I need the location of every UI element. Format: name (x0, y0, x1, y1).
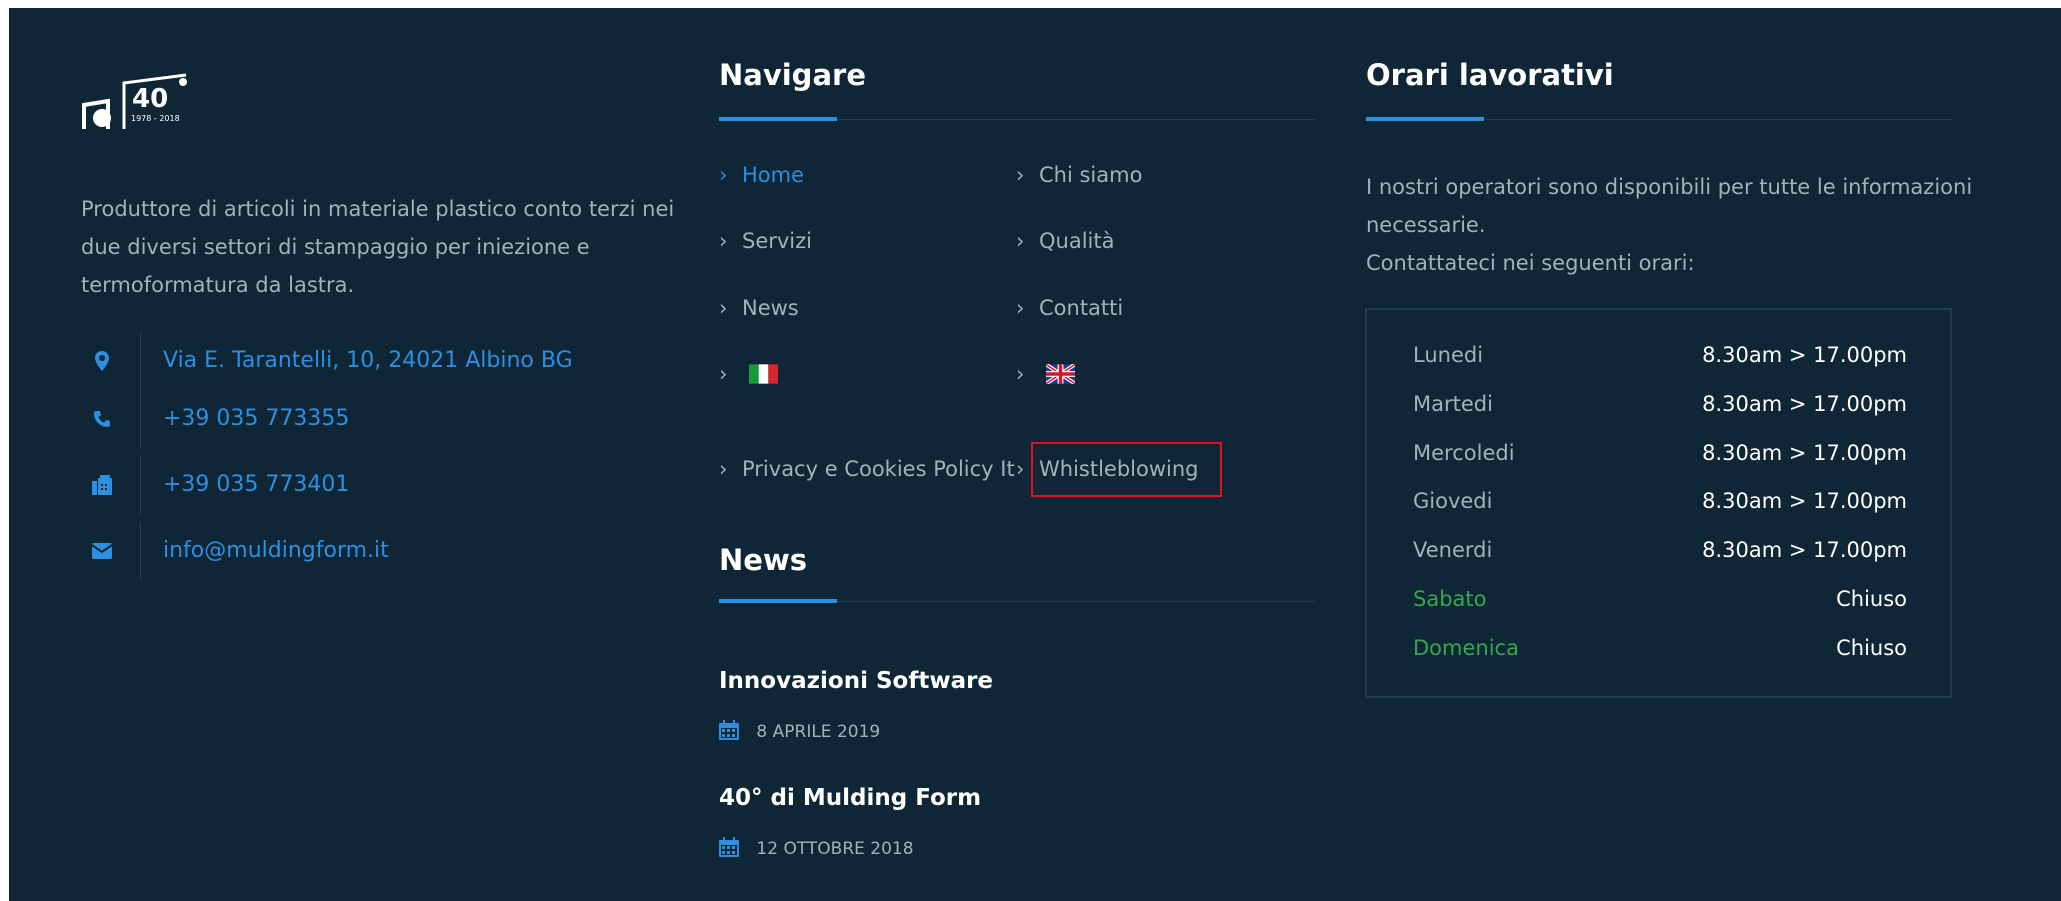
nav-link-servizi[interactable]: › Servizi (719, 226, 812, 256)
envelope-icon (87, 522, 117, 580)
hours-intro-line: I nostri operatori sono disponibili per … (1366, 175, 1973, 237)
nav-link-chi-siamo[interactable]: › Chi siamo (1016, 160, 1142, 190)
hours-time: Chiuso (1836, 636, 1907, 660)
hours-table: Lunedi 8.30am > 17.00pm Martedi 8.30am >… (1365, 308, 1952, 698)
hours-row: Domenica Chiuso (1413, 633, 1907, 663)
nav-link-qualita[interactable]: › Qualità (1016, 226, 1114, 256)
nav-link-news[interactable]: › News (719, 293, 799, 323)
nav-link-privacy[interactable]: › Privacy e Cookies Policy It (719, 454, 1015, 484)
contact-divider (140, 522, 141, 580)
hours-day: Venerdi (1413, 538, 1493, 562)
hours-time: Chiuso (1836, 587, 1907, 611)
logo-graphic: 40 1978 - 2018 (82, 73, 187, 129)
address-link[interactable]: Via E. Tarantelli, 10, 24021 Albino BG (163, 347, 573, 375)
flag-uk-icon (1044, 362, 1076, 386)
contact-email: info@muldingform.it (87, 522, 647, 580)
company-description: Produttore di articoli in materiale plas… (81, 197, 675, 297)
fax-link[interactable]: +39 035 773401 (163, 471, 349, 499)
logo-years: 1978 - 2018 (131, 114, 180, 123)
hours-heading: Orari lavorativi (1366, 58, 1614, 92)
calendar-icon (719, 837, 744, 859)
nav-heading: Navigare (719, 58, 866, 92)
hours-day: Lunedi (1413, 343, 1484, 367)
whistleblowing-highlight (1031, 442, 1222, 497)
news-item-title[interactable]: Innovazioni Software (719, 668, 993, 694)
hours-time: 8.30am > 17.00pm (1702, 538, 1907, 562)
phone-link[interactable]: +39 035 773355 (163, 405, 349, 433)
chevron-right-icon: › (1016, 362, 1025, 386)
news-item-date: 12 OTTOBRE 2018 (719, 837, 914, 859)
hours-day: Domenica (1413, 636, 1519, 660)
hours-time: 8.30am > 17.00pm (1702, 343, 1907, 367)
chevron-right-icon: › (1016, 457, 1025, 481)
hours-time: 8.30am > 17.00pm (1702, 441, 1907, 465)
chevron-right-icon: › (719, 229, 728, 253)
hours-time: 8.30am > 17.00pm (1702, 392, 1907, 416)
chevron-right-icon: › (1016, 229, 1025, 253)
contact-divider (140, 332, 141, 390)
news-item-title[interactable]: 40° di Mulding Form (719, 785, 981, 811)
site-footer: 40 1978 - 2018 Produttore di articoli in… (9, 8, 2061, 901)
news-date-text: 8 APRILE 2019 (756, 722, 881, 742)
fax-icon (87, 456, 117, 514)
hours-heading-divider (1366, 117, 1952, 121)
chevron-right-icon: › (719, 296, 728, 320)
phone-icon (87, 390, 117, 448)
news-heading: News (719, 543, 807, 577)
hours-row: Giovedi 8.30am > 17.00pm (1413, 486, 1907, 516)
hours-row: Lunedi 8.30am > 17.00pm (1413, 340, 1907, 370)
chevron-right-icon: › (719, 362, 728, 386)
calendar-icon (719, 720, 744, 742)
nav-link-english[interactable]: › (1016, 359, 1076, 389)
map-marker-icon (87, 332, 117, 390)
nav-link-home[interactable]: › Home (719, 160, 804, 190)
contact-address: Via E. Tarantelli, 10, 24021 Albino BG (87, 332, 647, 390)
hours-day: Giovedi (1413, 489, 1493, 513)
hours-row: Sabato Chiuso (1413, 584, 1907, 614)
contact-fax: +39 035 773401 (87, 456, 647, 514)
chevron-right-icon: › (1016, 296, 1025, 320)
hours-row: Venerdi 8.30am > 17.00pm (1413, 535, 1907, 565)
hours-day: Sabato (1413, 587, 1487, 611)
hours-time: 8.30am > 17.00pm (1702, 489, 1907, 513)
company-logo[interactable]: 40 1978 - 2018 (80, 65, 200, 135)
contact-divider (140, 456, 141, 514)
hours-day: Mercoledi (1413, 441, 1515, 465)
chevron-right-icon: › (1016, 163, 1025, 187)
hours-heading-accent (1366, 117, 1484, 121)
flag-italy-icon (748, 364, 778, 384)
nav-link-contatti[interactable]: › Contatti (1016, 293, 1123, 323)
hours-day: Martedi (1413, 392, 1493, 416)
email-link[interactable]: info@muldingform.it (163, 537, 389, 565)
news-heading-accent (719, 599, 837, 603)
hours-row: Mercoledi 8.30am > 17.00pm (1413, 438, 1907, 468)
hours-row: Martedi 8.30am > 17.00pm (1413, 389, 1907, 419)
chevron-right-icon: › (719, 457, 728, 481)
nav-link-italian[interactable]: › (719, 359, 778, 389)
contact-divider (140, 390, 141, 448)
nav-heading-divider (719, 117, 1316, 121)
nav-heading-accent (719, 117, 837, 121)
news-heading-divider (719, 599, 1316, 603)
hours-intro: I nostri operatori sono disponibili per … (1366, 168, 1986, 282)
chevron-right-icon: › (719, 163, 728, 187)
news-item-date: 8 APRILE 2019 (719, 720, 880, 742)
hours-intro-line: Contattateci nei seguenti orari: (1366, 251, 1695, 275)
logo-number: 40 (132, 84, 168, 114)
news-date-text: 12 OTTOBRE 2018 (756, 839, 914, 859)
contact-phone: +39 035 773355 (87, 390, 647, 448)
